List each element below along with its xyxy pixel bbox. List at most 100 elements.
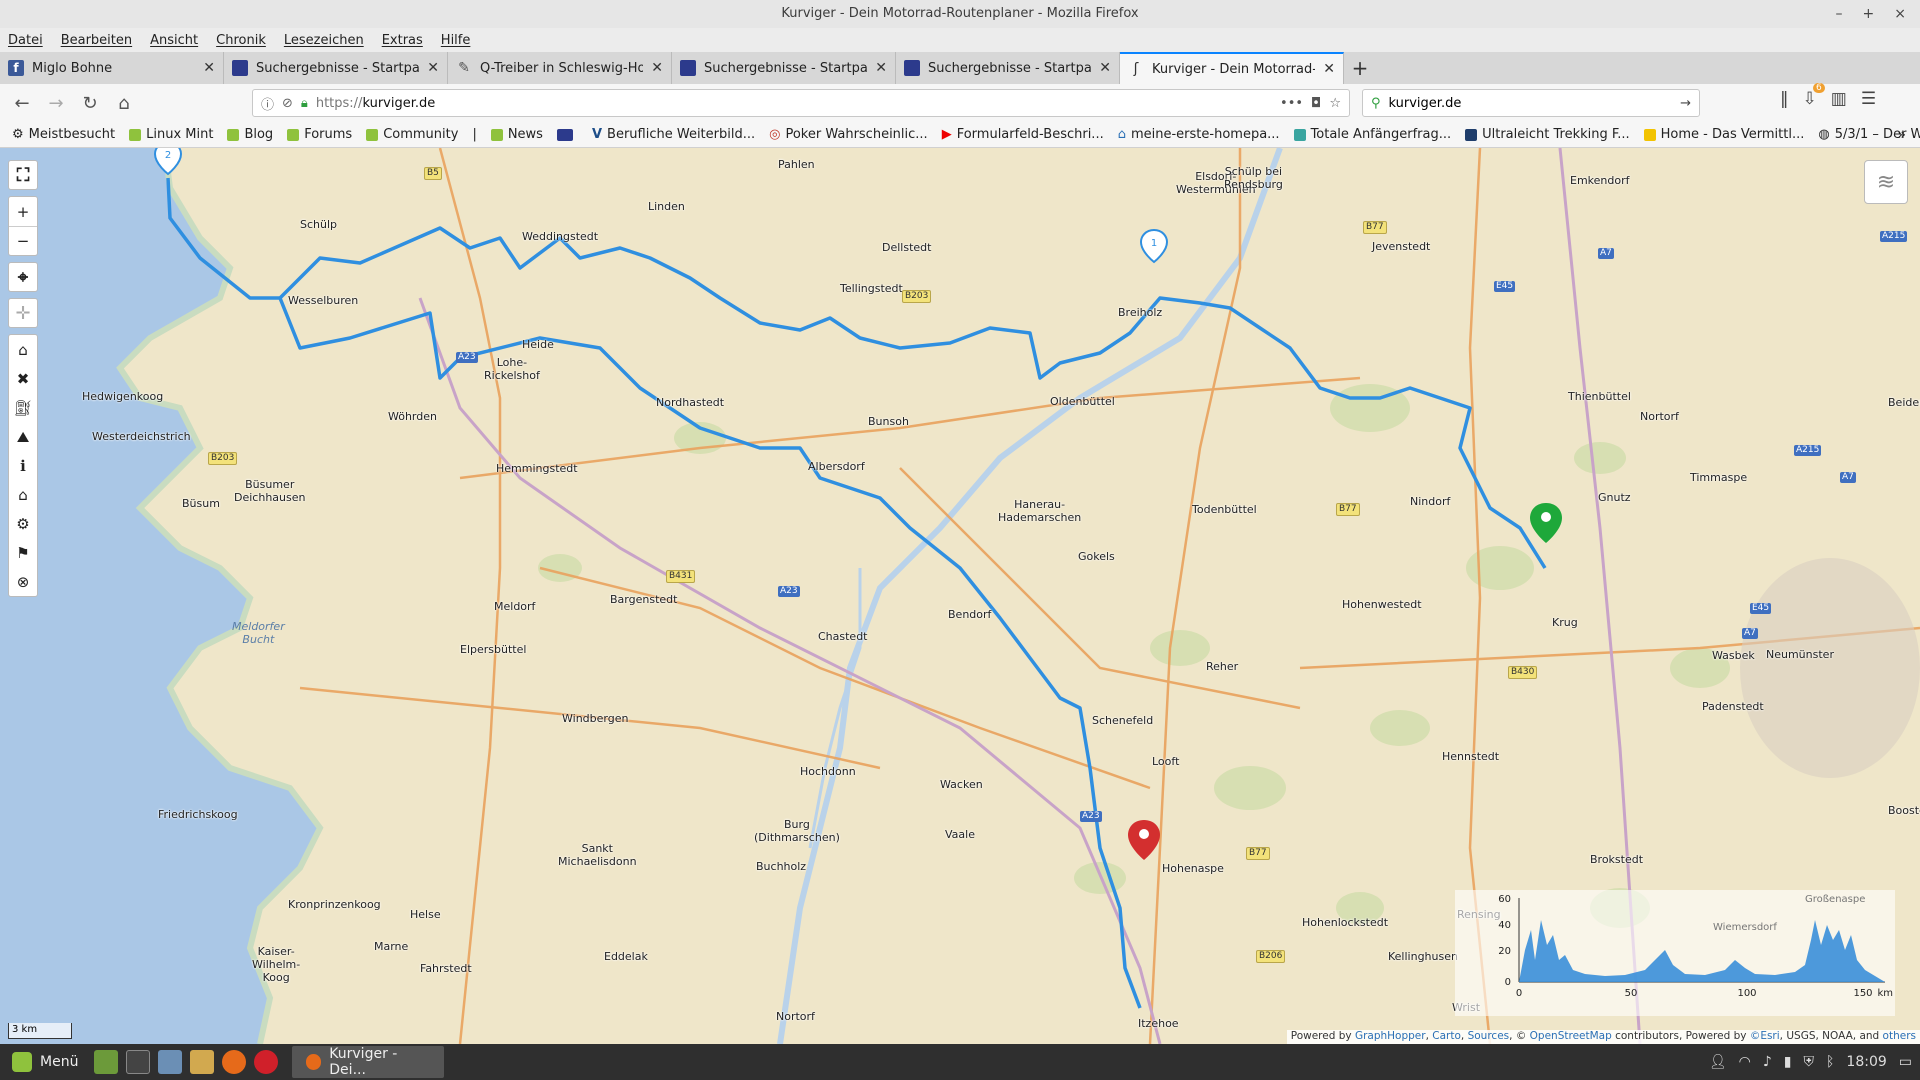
sources-link[interactable]: Sources	[1468, 1030, 1510, 1042]
system-settings-icon[interactable]	[158, 1050, 183, 1074]
files-icon[interactable]	[190, 1050, 215, 1074]
bookmark-meistbesucht[interactable]: ⚙ Meistbesucht	[12, 127, 115, 142]
osm-link[interactable]: OpenStreetMap	[1530, 1030, 1612, 1042]
tab-startpage-2[interactable]: Suchergebnisse - Startpage.c ✕	[672, 52, 896, 84]
bookmark-community[interactable]: Community	[366, 127, 458, 142]
tab-q-treiber[interactable]: ✎ Q-Treiber in Schleswig-Holste ✕	[448, 52, 672, 84]
esri-link[interactable]: ©Esri	[1750, 1030, 1780, 1042]
wifi-icon[interactable]: ◠	[1739, 1054, 1751, 1070]
battery-icon[interactable]: ▮	[1784, 1054, 1792, 1070]
close-tab-icon[interactable]: ✕	[1323, 61, 1335, 77]
carto-link[interactable]: Carto	[1432, 1030, 1461, 1042]
library-icon[interactable]: ‖	[1780, 89, 1789, 109]
home-icon[interactable]: ⌂	[9, 335, 37, 364]
reload-button[interactable]: ↻	[76, 89, 104, 117]
search-input[interactable]: kurviger.de	[1389, 96, 1673, 111]
page-actions-icon[interactable]: •••	[1280, 96, 1303, 111]
bookmark-formularfeld[interactable]: ▶ Formularfeld-Beschri...	[942, 127, 1104, 142]
bookmark-homepage[interactable]: ⌂ meine-erste-homepa...	[1118, 127, 1280, 142]
info-icon[interactable]: ⓘ	[261, 94, 274, 113]
zoom-out-button[interactable]: −	[9, 226, 37, 255]
settings-gear-icon[interactable]: ⚙	[9, 509, 37, 538]
bookmark-star-icon[interactable]: ☆	[1329, 96, 1341, 111]
volume-icon[interactable]: ♪	[1763, 1054, 1772, 1070]
show-desktop-icon[interactable]	[94, 1050, 119, 1074]
menu-bearbeiten[interactable]: Bearbeiten	[61, 33, 132, 48]
bookmarks-overflow-icon[interactable]: »	[1897, 127, 1906, 143]
binoculars-icon[interactable]: ⊗	[9, 567, 37, 596]
flag-icon[interactable]: ⚑	[9, 538, 37, 567]
close-tab-icon[interactable]: ✕	[427, 60, 439, 76]
hamburger-menu-icon[interactable]: ☰	[1861, 89, 1876, 109]
search-bar[interactable]: ⚲ kurviger.de →	[1362, 89, 1700, 117]
tab-label: Q-Treiber in Schleswig-Holste	[480, 60, 644, 76]
menu-ansicht[interactable]: Ansicht	[150, 33, 198, 48]
tab-startpage-3[interactable]: Suchergebnisse - Startpage.c ✕	[896, 52, 1120, 84]
measure-icon[interactable]: ✛	[8, 298, 38, 328]
bluetooth-icon[interactable]: ᛒ	[1826, 1054, 1834, 1070]
bookmark-label: 5/3/1 – Der Wendler ...	[1834, 127, 1920, 142]
bookmark-trekking[interactable]: Ultraleicht Trekking F...	[1465, 127, 1630, 142]
menu-datei[interactable]: Datei	[8, 33, 43, 48]
tab-kurviger[interactable]: ʃ Kurviger - Dein Motorrad-Rou ✕	[1120, 52, 1344, 84]
taskbar-window-kurviger[interactable]: Kurviger - Dei...	[292, 1046, 445, 1078]
maximize-button[interactable]: +	[1863, 0, 1875, 28]
bookmark-startpage[interactable]	[556, 128, 578, 141]
terminal-icon[interactable]	[126, 1050, 151, 1074]
lock-icon[interactable]: 🔒︎	[301, 96, 308, 111]
opera-icon[interactable]	[254, 1050, 279, 1074]
town-label: Sankt Michaelisdonn	[558, 842, 637, 868]
bookmark-berufliche[interactable]: V Berufliche Weiterbild...	[592, 127, 755, 142]
bookmark-poker[interactable]: ◎ Poker Wahrscheinlic...	[769, 127, 928, 142]
pocket-icon[interactable]: ◘	[1311, 96, 1321, 111]
forest-area	[1370, 710, 1430, 746]
tab-miglo-bohne[interactable]: f Miglo Bohne ✕	[0, 52, 224, 84]
elevation-profile[interactable]: 60 40 20 0 0 50 100 150 km Großenaspe Wi…	[1455, 890, 1895, 1016]
crossroads-icon[interactable]: ✖	[9, 364, 37, 393]
close-tab-icon[interactable]: ✕	[875, 60, 887, 76]
notification-icon[interactable]: ▭	[1899, 1054, 1912, 1070]
url-bar[interactable]: ⓘ ⊘ 🔒︎ https://kurviger.de ••• ◘ ☆	[252, 89, 1350, 117]
fullscreen-button[interactable]: ⛶	[8, 160, 38, 190]
info-icon[interactable]: ℹ	[9, 451, 37, 480]
town-label: Hennstedt	[1442, 750, 1500, 763]
menu-lesezeichen[interactable]: Lesezeichen	[284, 33, 364, 48]
home-button[interactable]: ⌂	[110, 89, 138, 117]
sidebar-icon[interactable]: ▥	[1831, 89, 1847, 109]
bookmark-anfaenger[interactable]: Totale Anfängerfrag...	[1293, 127, 1451, 142]
firefox-icon[interactable]	[222, 1050, 247, 1074]
close-window-button[interactable]: ×	[1894, 0, 1906, 28]
bookmark-vermittl[interactable]: Home - Das Vermittl...	[1643, 127, 1804, 142]
layers-button[interactable]: ≋	[1864, 160, 1908, 204]
shield-icon[interactable]: ⛨	[1804, 1054, 1815, 1070]
zoom-in-button[interactable]: +	[9, 197, 37, 226]
close-tab-icon[interactable]: ✕	[203, 60, 215, 76]
mountain-icon[interactable]: ⛰︎	[9, 422, 37, 451]
fuel-icon[interactable]: ⛽︎	[9, 393, 37, 422]
bookmark-blog[interactable]: Blog	[227, 127, 273, 142]
menu-chronik[interactable]: Chronik	[216, 33, 266, 48]
close-tab-icon[interactable]: ✕	[1099, 60, 1111, 76]
bookmark-linux-mint[interactable]: Linux Mint	[129, 127, 213, 142]
back-button[interactable]: ←	[8, 89, 36, 117]
tracking-icon[interactable]: ⊘	[282, 96, 293, 111]
bookmark-forums[interactable]: Forums	[287, 127, 352, 142]
tab-startpage-1[interactable]: Suchergebnisse - Startpage.c ✕	[224, 52, 448, 84]
bookmark-news[interactable]: News	[490, 127, 543, 142]
forward-button[interactable]: →	[42, 89, 70, 117]
minimize-button[interactable]: –	[1836, 0, 1843, 28]
user-icon[interactable]: 👤︎	[1709, 1054, 1727, 1070]
museum-icon[interactable]: ⌂	[9, 480, 37, 509]
menu-extras[interactable]: Extras	[382, 33, 423, 48]
others-link[interactable]: others	[1883, 1030, 1916, 1042]
close-tab-icon[interactable]: ✕	[651, 60, 663, 76]
forest-area	[1150, 630, 1210, 666]
downloads-icon[interactable]: ⇩ 6	[1803, 83, 1825, 109]
search-go-icon[interactable]: →	[1680, 96, 1691, 111]
new-tab-button[interactable]: +	[1344, 52, 1376, 84]
start-menu-button[interactable]: Menü	[0, 1044, 90, 1080]
menu-hilfe[interactable]: Hilfe	[441, 33, 471, 48]
locate-icon[interactable]: ⌖	[8, 262, 38, 292]
waypoint-2-label: 2	[165, 150, 171, 161]
graphhopper-link[interactable]: GraphHopper	[1355, 1030, 1426, 1042]
